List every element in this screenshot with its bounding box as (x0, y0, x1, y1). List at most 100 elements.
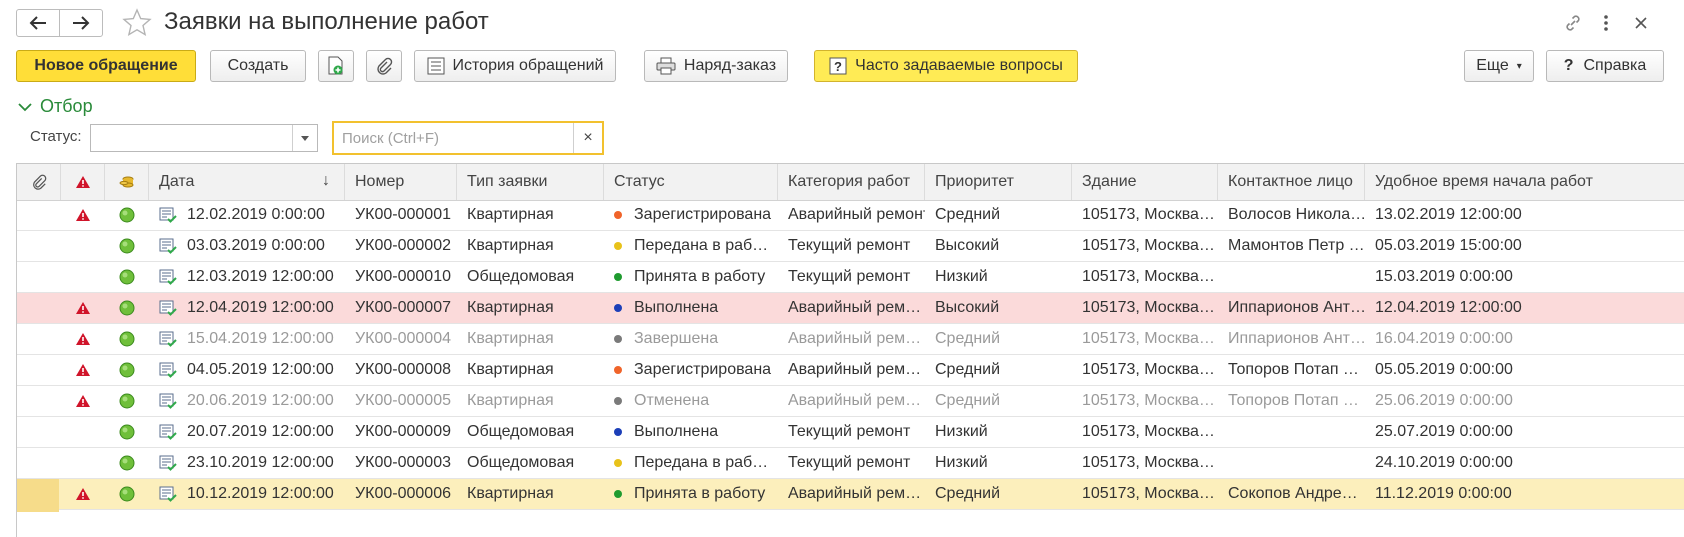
cell-state (105, 324, 149, 354)
cell-start-time: 16.04.2019 0:00:00 (1365, 324, 1684, 354)
cell-contact: Сокопов Андре… (1218, 479, 1365, 509)
link-icon[interactable] (1562, 12, 1584, 34)
paperclip-icon (32, 174, 46, 190)
status-label: Статус: (30, 128, 82, 145)
green-circle-icon (119, 424, 135, 440)
warning-icon (76, 488, 90, 500)
column-warning[interactable] (61, 164, 105, 200)
close-icon[interactable] (1630, 12, 1652, 34)
table-row[interactable]: 15.04.2019 12:00:00 УК00-000004 Квартирная… (17, 324, 1684, 355)
cell-warning (61, 479, 105, 509)
table-row[interactable]: 12.02.2019 0:00:00 УК00-000001 Квартирная З… (17, 200, 1684, 231)
help-question-icon: ? (1563, 57, 1574, 74)
cell-status-text: Отменена (634, 392, 710, 409)
table-row[interactable]: 10.12.2019 12:00:00 УК00-000006 Квартирная… (17, 479, 1684, 512)
cell-start-time: 25.06.2019 0:00:00 (1365, 386, 1684, 416)
green-circle-icon (119, 393, 135, 409)
help-button[interactable]: ? Справка (1546, 50, 1664, 82)
cell-contact-text: Иппарионов Ант… (1228, 299, 1365, 316)
cell-number: УК00-000006 (345, 479, 457, 509)
work-order-button[interactable]: Наряд-заказ (644, 50, 788, 82)
add-file-button[interactable] (318, 50, 354, 82)
column-attachment[interactable] (17, 164, 61, 200)
column-date[interactable]: Дата ↓ (149, 164, 345, 200)
star-icon[interactable] (122, 8, 152, 38)
warning-icon (76, 209, 90, 221)
cell-contact (1218, 448, 1365, 478)
clear-search-button[interactable]: × (573, 123, 602, 153)
document-check-icon (159, 269, 177, 285)
search-input[interactable]: Поиск (Ctrl+F) × (332, 121, 604, 155)
table-row[interactable]: 04.05.2019 12:00:00 УК00-000008 Квартирная… (17, 355, 1684, 386)
cell-start-time-text: 24.10.2019 0:00:00 (1375, 454, 1513, 471)
column-type[interactable]: Тип заявки (457, 164, 604, 200)
table-row[interactable]: 12.04.2019 12:00:00 УК00-000007 Квартирная… (17, 293, 1684, 324)
cell-status-text: Передана в раб… (634, 237, 769, 254)
forward-button[interactable] (59, 9, 103, 37)
status-dropdown-button[interactable] (292, 125, 317, 151)
document-check-icon (159, 424, 177, 440)
warning-icon (75, 176, 90, 188)
chevron-down-icon (18, 102, 32, 111)
table-row[interactable]: 23.10.2019 12:00:00 УК00-000003 Общедомова… (17, 448, 1684, 479)
column-building[interactable]: Здание (1072, 164, 1218, 200)
cell-number: УК00-000005 (345, 386, 457, 416)
cell-category-text: Аварийный рем… (788, 485, 922, 502)
cell-contact (1218, 417, 1365, 447)
cell-number: УК00-000009 (345, 417, 457, 447)
more-icon[interactable] (1595, 12, 1617, 34)
status-dot (614, 335, 622, 343)
add-document-icon (328, 56, 343, 75)
cell-building: 105173, Москва… (1072, 200, 1218, 230)
more-button[interactable]: Еще ▾ (1464, 50, 1534, 82)
status-dot (614, 490, 622, 498)
cell-status-text: Принята в работу (634, 485, 766, 502)
cell-type-text: Квартирная (467, 485, 554, 502)
column-priority-label: Приоритет (935, 173, 1014, 190)
back-button[interactable] (16, 9, 60, 37)
column-contact-label: Контактное лицо (1228, 173, 1353, 190)
help-label: Справка (1583, 57, 1647, 74)
table-row[interactable]: 03.03.2019 0:00:00 УК00-000002 Квартирная П… (17, 231, 1684, 262)
cell-number-text: УК00-000002 (355, 237, 451, 254)
history-button[interactable]: История обращений (414, 50, 616, 82)
document-check-icon (159, 238, 177, 254)
column-number[interactable]: Номер (345, 164, 457, 200)
cell-start-time-text: 16.04.2019 0:00:00 (1375, 330, 1513, 347)
cell-state (105, 417, 149, 447)
cell-status-text: Зарегистрирована (634, 206, 772, 223)
status-select[interactable] (90, 124, 318, 152)
cell-building-text: 105173, Москва… (1082, 485, 1215, 502)
cell-priority-text: Низкий (935, 454, 988, 471)
cell-start-time-text: 15.03.2019 0:00:00 (1375, 268, 1513, 285)
cell-status-text: Завершена (634, 330, 719, 347)
cell-number-text: УК00-000008 (355, 361, 451, 378)
cell-building-text: 105173, Москва… (1082, 361, 1215, 378)
faq-button[interactable]: ? Часто задаваемые вопросы (814, 50, 1078, 82)
column-start-time[interactable]: Удобное время начала работ (1365, 164, 1684, 200)
new-request-button[interactable]: Новое обращение (16, 50, 196, 82)
column-contact[interactable]: Контактное лицо (1218, 164, 1365, 200)
cell-state (105, 231, 149, 261)
cell-priority-text: Низкий (935, 268, 988, 285)
cell-priority: Высокий (925, 293, 1072, 323)
create-button[interactable]: Создать (210, 50, 306, 82)
table-row[interactable]: 20.07.2019 12:00:00 УК00-000009 Общедомова… (17, 417, 1684, 448)
cell-start-time: 24.10.2019 0:00:00 (1365, 448, 1684, 478)
column-priority[interactable]: Приоритет (925, 164, 1072, 200)
column-category[interactable]: Категория работ (778, 164, 925, 200)
cell-number: УК00-000004 (345, 324, 457, 354)
cell-category-text: Аварийный рем… (788, 361, 922, 378)
cell-start-time-text: 13.02.2019 12:00:00 (1375, 206, 1522, 223)
column-state[interactable] (105, 164, 149, 200)
table-row[interactable]: 20.06.2019 12:00:00 УК00-000005 Квартирная… (17, 386, 1684, 417)
cell-priority: Низкий (925, 448, 1072, 478)
cell-priority: Средний (925, 386, 1072, 416)
table-row[interactable]: 12.03.2019 12:00:00 УК00-000010 Общедомова… (17, 262, 1684, 293)
column-status[interactable]: Статус (604, 164, 778, 200)
green-circle-icon (119, 331, 135, 347)
attach-button[interactable] (366, 50, 402, 82)
filter-toggle[interactable]: Отбор (18, 96, 93, 117)
cell-warning (61, 386, 105, 416)
cell-number: УК00-000010 (345, 262, 457, 292)
